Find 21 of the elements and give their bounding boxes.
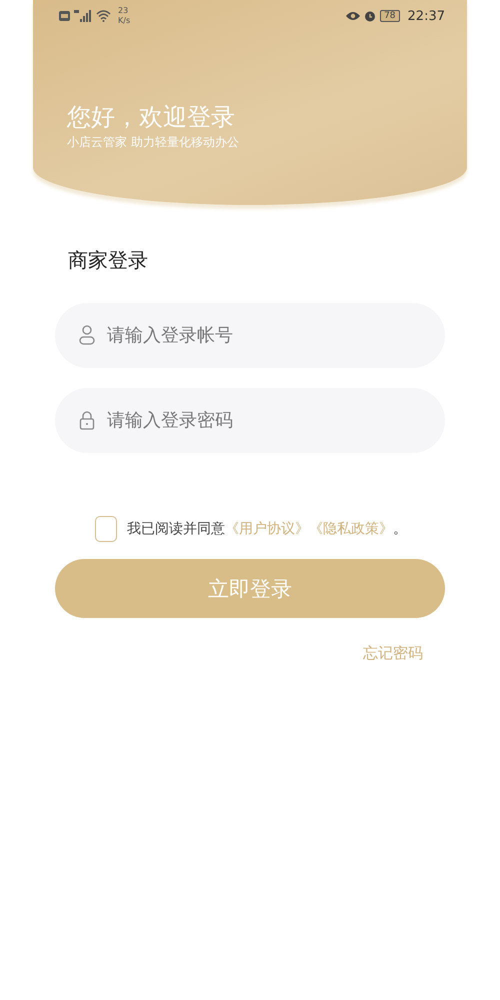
network-speed: 23 <box>118 6 130 16</box>
policy-link[interactable]: 《隐私政策》 <box>309 520 393 538</box>
agreement-period: 。 <box>393 520 407 538</box>
agreement-checkbox[interactable] <box>95 516 117 542</box>
signal-icon <box>74 10 92 22</box>
login-button[interactable]: 立即登录 <box>55 559 445 618</box>
account-field[interactable]: 请输入登录帐号 <box>55 303 445 368</box>
login-heading: 商家登录 <box>68 247 149 274</box>
welcome-title: 您好，欢迎登录 <box>67 102 236 132</box>
eye-icon <box>346 11 360 21</box>
password-field[interactable]: 请输入登录密码 <box>55 388 445 453</box>
battery-level: 78 <box>380 10 400 22</box>
wifi-icon <box>96 10 111 22</box>
status-time: 22:37 <box>408 8 445 24</box>
network-speed-unit: K/s <box>118 16 130 26</box>
hd-icon <box>59 11 70 21</box>
policy-link[interactable]: 《用户协议》 <box>225 520 309 538</box>
welcome-subtitle: 小店云管家 助力轻量化移动办公 <box>67 134 240 151</box>
forgot-password-link[interactable]: 忘记密码 <box>363 644 423 663</box>
alarm-icon <box>364 10 376 22</box>
agreement-text: 我已阅读并同意 <box>127 520 225 538</box>
